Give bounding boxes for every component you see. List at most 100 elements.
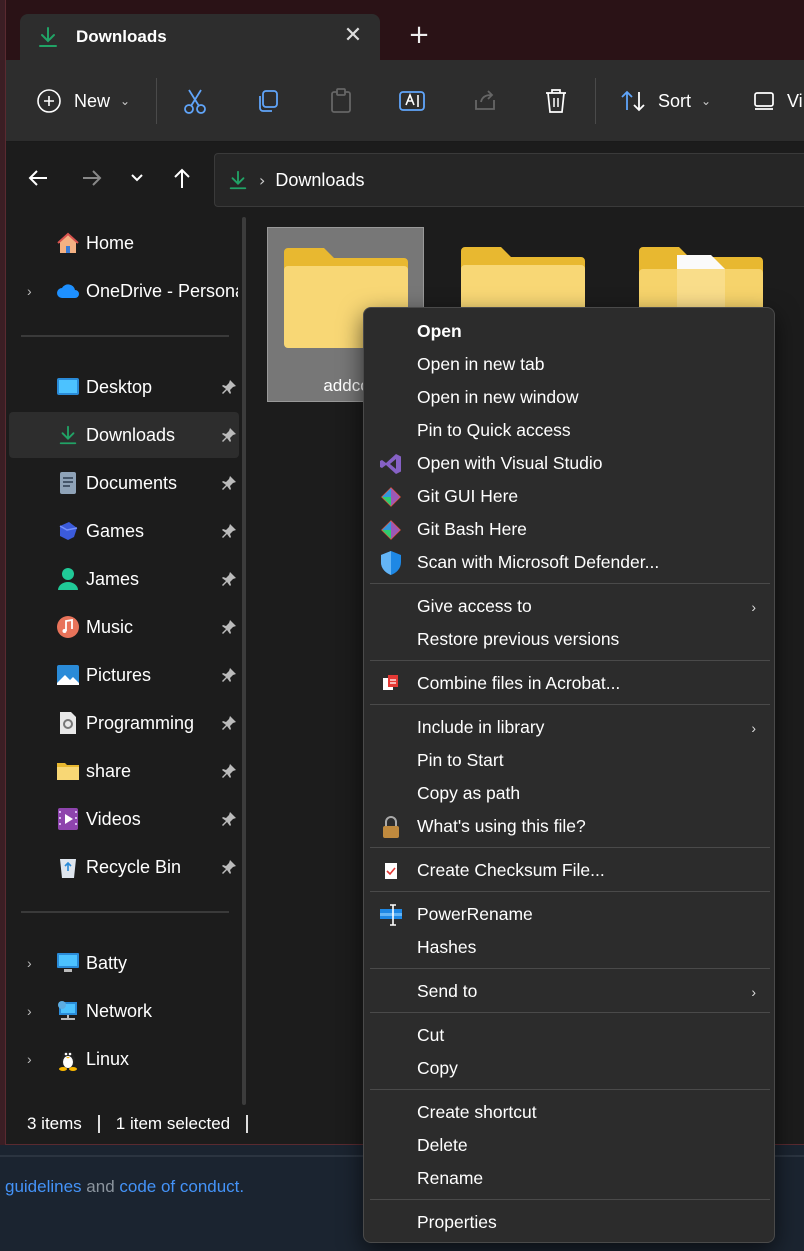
- menu-item-send-to[interactable]: Send to ›: [364, 975, 774, 1008]
- menu-item-give-access[interactable]: Give access to ›: [364, 590, 774, 623]
- sidebar-item-network[interactable]: › Network: [9, 988, 239, 1034]
- menu-item-label: Combine files in Acrobat...: [417, 673, 621, 693]
- new-tab-icon[interactable]: +: [406, 22, 432, 48]
- sidebar-item-label: Network: [86, 1000, 153, 1021]
- menu-item-open-visual-studio[interactable]: Open with Visual Studio: [364, 447, 774, 480]
- sidebar-item-pictures[interactable]: Pictures: [9, 652, 239, 698]
- up-button[interactable]: [168, 164, 196, 192]
- pin-icon[interactable]: [221, 427, 237, 443]
- close-tab-icon[interactable]: ✕: [342, 25, 364, 47]
- new-button[interactable]: New ⌄: [36, 84, 130, 118]
- sidebar-item-programming[interactable]: Programming: [9, 700, 239, 746]
- menu-item-git-bash[interactable]: Git Bash Here: [364, 513, 774, 546]
- menu-item-restore-versions[interactable]: Restore previous versions: [364, 623, 774, 656]
- menu-item-cut[interactable]: Cut: [364, 1019, 774, 1052]
- folder-icon: [56, 759, 80, 783]
- pin-icon[interactable]: [221, 523, 237, 539]
- menu-item-copy-path[interactable]: Copy as path: [364, 777, 774, 810]
- menu-item-label: Create shortcut: [417, 1102, 537, 1122]
- user-icon: [56, 567, 80, 591]
- pin-icon[interactable]: [221, 379, 237, 395]
- pin-icon[interactable]: [221, 667, 237, 683]
- back-button[interactable]: [24, 164, 52, 192]
- tab-bar: Downloads ✕ +: [6, 0, 804, 60]
- period-text: .: [239, 1177, 245, 1196]
- chevron-right-icon[interactable]: ›: [27, 283, 32, 299]
- chevron-right-icon[interactable]: ›: [27, 1051, 32, 1067]
- menu-item-label: Rename: [417, 1168, 484, 1188]
- pin-icon[interactable]: [221, 715, 237, 731]
- pin-icon[interactable]: [221, 811, 237, 827]
- recent-locations-button[interactable]: [123, 164, 151, 192]
- background-text: guidelines and code of conduct.: [5, 1177, 244, 1197]
- context-menu: Open Open in new tab Open in new window …: [363, 307, 775, 1243]
- sidebar-item-downloads[interactable]: Downloads: [9, 412, 239, 458]
- pin-icon[interactable]: [221, 475, 237, 491]
- download-icon: [229, 170, 247, 190]
- sort-button[interactable]: Sort ⌄: [620, 84, 711, 118]
- menu-item-pin-quick-access[interactable]: Pin to Quick access: [364, 414, 774, 447]
- menu-item-whats-using[interactable]: What's using this file?: [364, 810, 774, 843]
- forward-button[interactable]: [78, 164, 106, 192]
- delete-button[interactable]: [543, 84, 569, 118]
- pin-icon[interactable]: [221, 859, 237, 875]
- sidebar-item-share[interactable]: share: [9, 748, 239, 794]
- sidebar-item-games[interactable]: Games: [9, 508, 239, 554]
- menu-item-pin-start[interactable]: Pin to Start: [364, 744, 774, 777]
- tab-downloads[interactable]: Downloads ✕: [20, 14, 380, 60]
- menu-item-properties[interactable]: Properties: [364, 1206, 774, 1239]
- sidebar-item-videos[interactable]: Videos: [9, 796, 239, 842]
- guidelines-link[interactable]: guidelines: [5, 1177, 82, 1196]
- menu-item-label: Hashes: [417, 937, 477, 957]
- menu-item-label: Open in new tab: [417, 354, 545, 374]
- view-button[interactable]: Vi: [753, 84, 803, 118]
- chevron-down-icon: [131, 174, 143, 182]
- sidebar-item-desktop[interactable]: Desktop: [9, 364, 239, 410]
- menu-item-combine-acrobat[interactable]: Combine files in Acrobat...: [364, 667, 774, 700]
- menu-item-delete[interactable]: Delete: [364, 1129, 774, 1162]
- sidebar-item-linux[interactable]: › Linux: [9, 1036, 239, 1082]
- menu-item-rename[interactable]: Rename: [364, 1162, 774, 1195]
- linux-icon: [56, 1047, 80, 1071]
- arrow-left-icon: [28, 170, 47, 186]
- pin-icon[interactable]: [221, 619, 237, 635]
- address-bar[interactable]: › Downloads: [214, 153, 804, 207]
- sidebar-item-onedrive[interactable]: › OneDrive - Persona: [9, 268, 239, 314]
- sidebar-item-james[interactable]: James: [9, 556, 239, 602]
- paste-button[interactable]: [328, 84, 354, 118]
- navigation-bar: › Downloads: [6, 142, 804, 214]
- sidebar-item-label: Games: [86, 520, 145, 541]
- cut-button[interactable]: [182, 84, 208, 118]
- sidebar-item-batty[interactable]: › Batty: [9, 940, 239, 986]
- menu-item-git-gui[interactable]: Git GUI Here: [364, 480, 774, 513]
- sidebar-item-music[interactable]: Music: [9, 604, 239, 650]
- menu-item-powerrename[interactable]: PowerRename: [364, 898, 774, 931]
- lock-icon: [378, 814, 404, 840]
- chevron-right-icon[interactable]: ›: [27, 955, 32, 971]
- sidebar-scrollbar[interactable]: [242, 217, 246, 1105]
- menu-item-copy[interactable]: Copy: [364, 1052, 774, 1085]
- menu-item-label: Pin to Start: [417, 750, 504, 770]
- menu-item-open-new-tab[interactable]: Open in new tab: [364, 348, 774, 381]
- pin-icon[interactable]: [221, 571, 237, 587]
- pin-icon[interactable]: [221, 763, 237, 779]
- menu-item-scan-defender[interactable]: Scan with Microsoft Defender...: [364, 546, 774, 579]
- menu-separator: [370, 891, 770, 892]
- sidebar-item-recycle-bin[interactable]: Recycle Bin: [9, 844, 239, 890]
- sidebar-item-documents[interactable]: Documents: [9, 460, 239, 506]
- breadcrumb[interactable]: Downloads: [275, 170, 364, 191]
- share-button[interactable]: [472, 84, 498, 118]
- menu-item-create-checksum[interactable]: Create Checksum File...: [364, 854, 774, 887]
- menu-item-create-shortcut[interactable]: Create shortcut: [364, 1096, 774, 1129]
- arrow-right-icon: [83, 170, 102, 186]
- menu-item-open-new-window[interactable]: Open in new window: [364, 381, 774, 414]
- menu-item-open[interactable]: Open: [364, 315, 774, 348]
- menu-item-include-library[interactable]: Include in library ›: [364, 711, 774, 744]
- menu-item-hashes[interactable]: Hashes: [364, 931, 774, 964]
- code-of-conduct-link[interactable]: code of conduct: [119, 1177, 239, 1196]
- sidebar-item-home[interactable]: Home: [9, 220, 239, 266]
- chevron-right-icon[interactable]: ›: [27, 1003, 32, 1019]
- sidebar-item-label: Music: [86, 616, 134, 637]
- copy-button[interactable]: [255, 84, 281, 118]
- rename-button[interactable]: [398, 84, 426, 118]
